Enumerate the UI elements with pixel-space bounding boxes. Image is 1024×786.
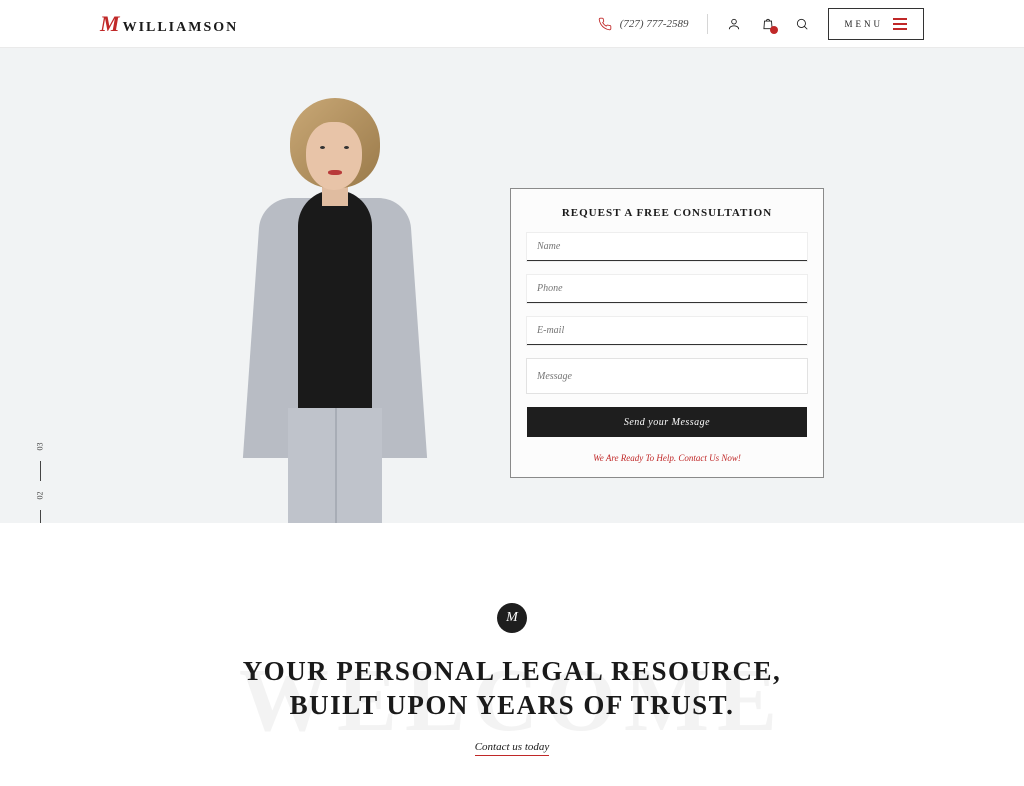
logo-text: WILLIAMSON (123, 20, 239, 36)
cart-button[interactable] (760, 16, 776, 32)
headline-line-1: YOUR PERSONAL LEGAL RESOURCE, (243, 656, 782, 686)
cart-badge (770, 26, 778, 34)
headline-line-2: BUILT UPON YEARS OF TRUST. (290, 690, 735, 720)
headline: YOUR PERSONAL LEGAL RESOURCE, BUILT UPON… (0, 655, 1024, 723)
hamburger-icon (893, 18, 907, 30)
logo-mark: M (100, 11, 120, 37)
hero-section: 03 02 01 REQUEST A FREE CONSULTATION Sen… (0, 48, 1024, 523)
logo[interactable]: M WILLIAMSON (100, 11, 238, 37)
user-icon (727, 17, 741, 31)
divider (707, 14, 708, 34)
submit-button[interactable]: Send your Message (527, 407, 807, 437)
account-button[interactable] (726, 16, 742, 32)
name-input[interactable] (527, 233, 807, 261)
form-note: We Are Ready To Help. Contact Us Now! (527, 453, 807, 463)
phone-input[interactable] (527, 275, 807, 303)
search-icon (795, 17, 809, 31)
header: M WILLIAMSON (727) 777-2589 MENU (0, 0, 1024, 48)
welcome-badge: M (497, 603, 527, 633)
pager-item-3[interactable]: 03 (36, 443, 45, 451)
message-input[interactable] (527, 359, 807, 393)
welcome-section: M WELCOME YOUR PERSONAL LEGAL RESOURCE, … (0, 523, 1024, 786)
email-input[interactable] (527, 317, 807, 345)
consultation-form: REQUEST A FREE CONSULTATION Send your Me… (510, 188, 824, 478)
hero-image (200, 48, 440, 523)
menu-button[interactable]: MENU (828, 8, 925, 40)
form-title: REQUEST A FREE CONSULTATION (527, 207, 807, 219)
menu-label: MENU (845, 19, 884, 29)
header-right: (727) 777-2589 MENU (598, 8, 924, 40)
slide-pager: 03 02 01 (36, 442, 44, 523)
phone-link[interactable]: (727) 777-2589 (598, 17, 689, 31)
pager-divider (40, 461, 41, 481)
phone-icon (598, 17, 612, 31)
pager-item-2[interactable]: 02 (36, 492, 45, 500)
phone-number: (727) 777-2589 (620, 18, 689, 30)
search-button[interactable] (794, 16, 810, 32)
pager-divider (40, 510, 41, 523)
